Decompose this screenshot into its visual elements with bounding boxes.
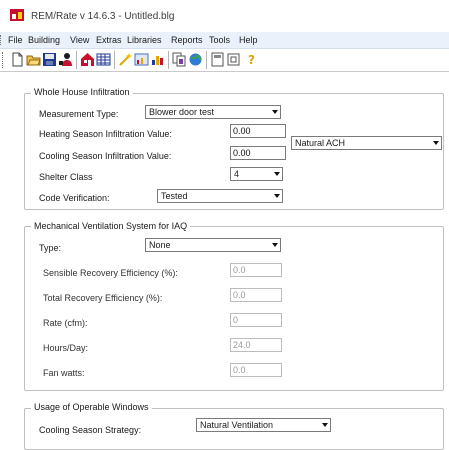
code-verification-select[interactable]: Tested <box>157 189 283 203</box>
infiltration-units-select[interactable]: Natural ACH <box>291 136 442 150</box>
sensible-efficiency-value: 0.0 <box>233 265 246 275</box>
user-icon[interactable] <box>58 52 73 67</box>
sensible-efficiency-input[interactable]: 0.0 <box>230 263 282 277</box>
cooling-infiltration-label: Cooling Season Infiltration Value: <box>39 151 172 161</box>
menu-help[interactable]: Help <box>239 35 258 45</box>
app-icon <box>10 9 24 21</box>
ventilation-type-label: Type: <box>39 243 62 253</box>
fan-watts-label: Fan watts: <box>43 368 85 378</box>
toolbar-grip <box>2 52 5 68</box>
menu-grip <box>0 35 3 45</box>
infiltration-group-title: Whole House Infiltration <box>31 87 133 97</box>
open-folder-icon[interactable] <box>26 52 41 67</box>
menu-file[interactable]: File <box>8 35 23 45</box>
report-icon[interactable] <box>134 52 149 67</box>
heating-infiltration-value: 0.00 <box>233 126 251 136</box>
chevron-down-icon <box>322 423 328 427</box>
menu-building[interactable]: Building <box>28 35 60 45</box>
total-efficiency-value: 0.0 <box>233 290 246 300</box>
total-efficiency-input[interactable]: 0.0 <box>230 288 282 302</box>
chevron-down-icon <box>272 243 278 247</box>
chevron-down-icon <box>274 172 280 176</box>
heating-infiltration-label: Heating Season Infiltration Value: <box>39 129 172 139</box>
save-icon[interactable] <box>42 52 57 67</box>
chevron-down-icon <box>272 110 278 114</box>
menu-extras[interactable]: Extras <box>96 35 122 45</box>
menu-reports[interactable]: Reports <box>171 35 203 45</box>
box-icon[interactable] <box>226 52 241 67</box>
new-file-icon[interactable] <box>10 52 25 67</box>
infiltration-units-value: Natural ACH <box>295 138 346 148</box>
rate-cfm-label: Rate (cfm): <box>43 318 88 328</box>
measurement-type-value: Blower door test <box>149 107 215 117</box>
code-verification-value: Tested <box>161 191 188 201</box>
hours-day-input[interactable]: 24.0 <box>230 338 282 352</box>
rate-cfm-value: 0 <box>233 315 239 325</box>
toolbar-separator <box>206 51 207 69</box>
sensible-efficiency-label: Sensible Recovery Efficiency (%): <box>43 268 178 278</box>
menu-view[interactable]: View <box>70 35 89 45</box>
heating-infiltration-input[interactable]: 0.00 <box>230 124 286 138</box>
ventilation-type-select[interactable]: None <box>145 238 281 252</box>
shelter-class-select[interactable]: 4 <box>230 167 283 181</box>
fan-watts-input[interactable]: 0.0 <box>230 363 282 377</box>
cooling-strategy-select[interactable]: Natural Ventilation <box>196 418 331 432</box>
calculator-icon[interactable] <box>210 52 225 67</box>
shelter-class-label: Shelter Class <box>39 172 93 182</box>
total-efficiency-label: Total Recovery Efficiency (%): <box>43 293 163 303</box>
hours-day-value: 24.0 <box>233 340 251 350</box>
toolbar-separator <box>114 51 115 69</box>
chevron-down-icon <box>433 141 439 145</box>
hours-day-label: Hours/Day: <box>43 343 89 353</box>
building-icon[interactable] <box>80 52 95 67</box>
globe-icon[interactable] <box>188 52 203 67</box>
measurement-type-select[interactable]: Blower door test <box>145 105 281 119</box>
toolbar-separator <box>168 51 169 69</box>
measurement-type-label: Measurement Type: <box>39 109 119 119</box>
shelter-class-value: 4 <box>234 169 240 179</box>
ventilation-group-title: Mechanical Ventilation System for IAQ <box>31 221 191 231</box>
cooling-infiltration-input[interactable]: 0.00 <box>230 146 286 160</box>
copy-pages-icon[interactable] <box>172 52 187 67</box>
table-icon[interactable] <box>96 52 111 67</box>
cooling-infiltration-value: 0.00 <box>233 148 251 158</box>
toolbar-separator <box>76 51 77 69</box>
menu-libraries[interactable]: Libraries <box>127 35 162 45</box>
chart-icon[interactable] <box>150 52 165 67</box>
code-verification-label: Code Verification: <box>39 193 110 203</box>
title-bar: REM/Rate v 14.6.3 - Untitled.blg <box>0 0 449 32</box>
help-icon[interactable]: ? <box>244 52 259 67</box>
fan-watts-value: 0.0 <box>233 365 246 375</box>
cooling-strategy-value: Natural Ventilation <box>200 420 274 430</box>
rate-cfm-input[interactable]: 0 <box>230 313 282 327</box>
windows-group-title: Usage of Operable Windows <box>31 402 152 412</box>
window-title: REM/Rate v 14.6.3 - Untitled.blg <box>31 11 175 22</box>
cooling-strategy-label: Cooling Season Strategy: <box>39 425 142 435</box>
svg-text:?: ? <box>248 53 255 67</box>
wand-icon[interactable] <box>118 52 133 67</box>
chevron-down-icon <box>274 194 280 198</box>
menu-tools[interactable]: Tools <box>209 35 230 45</box>
ventilation-type-value: None <box>149 240 171 250</box>
